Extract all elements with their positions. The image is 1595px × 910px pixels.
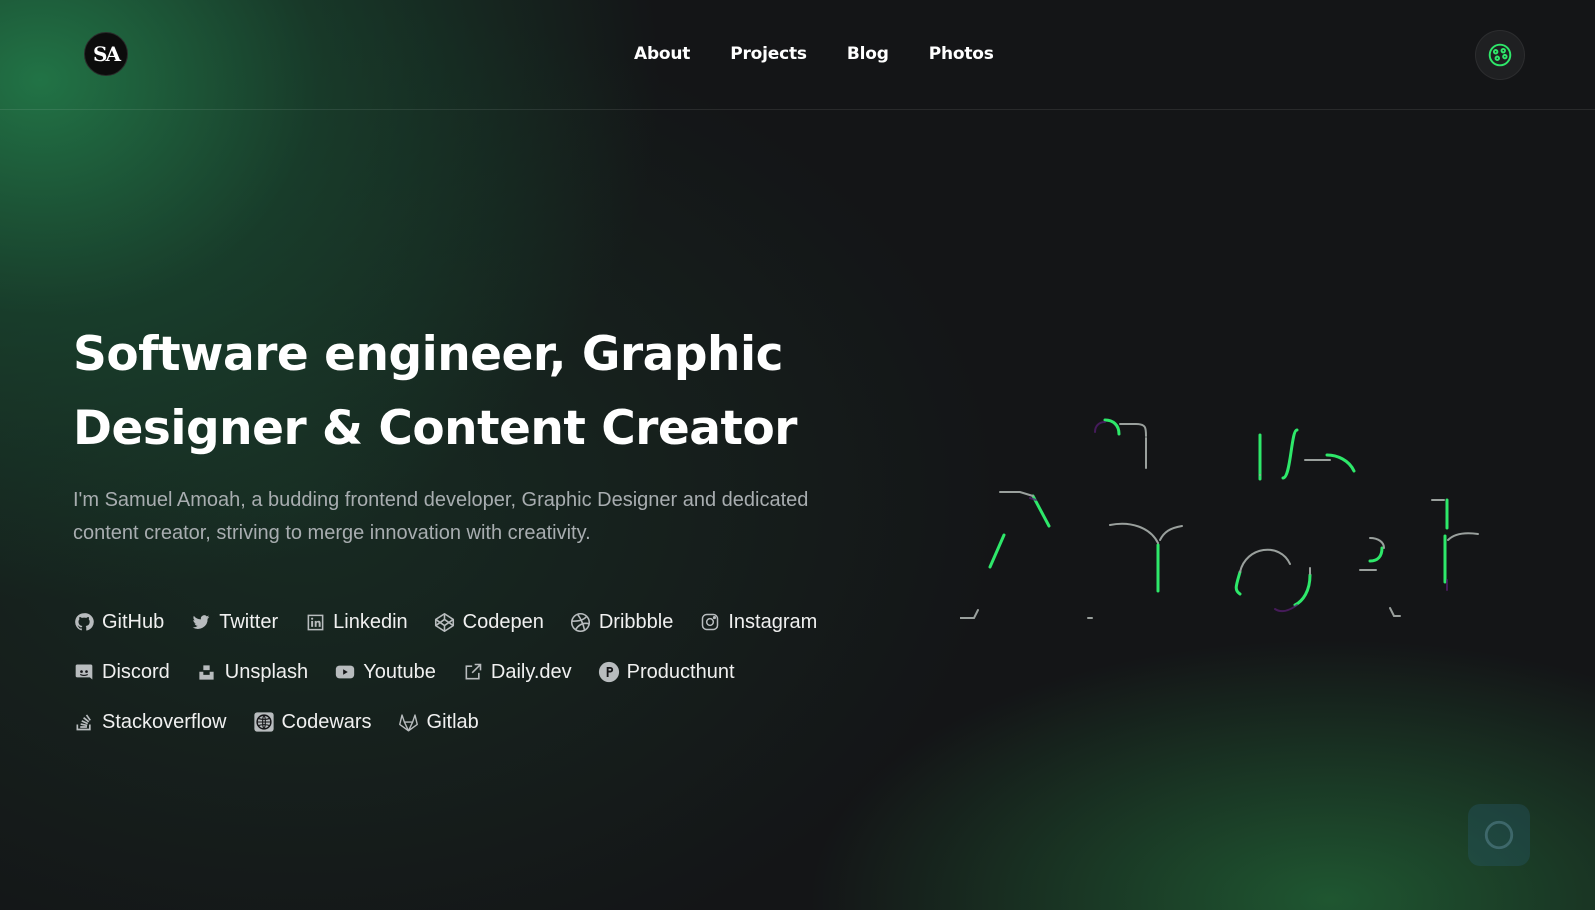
stackoverflow-link[interactable]: Stackoverflow [73,711,227,734]
instagram-icon [699,611,721,633]
producthunt-icon [598,661,620,683]
logo-text: SA [93,42,121,66]
twitter-link[interactable]: Twitter [190,611,278,634]
codewars-link[interactable]: Codewars [253,711,372,734]
chat-widget-button[interactable] [1468,804,1530,866]
site-logo[interactable]: SA [84,32,128,76]
twitter-icon [190,611,212,633]
youtube-label: Youtube [363,660,436,683]
animated-name-art [960,418,1479,619]
dailydev-link[interactable]: Daily.dev [462,661,572,684]
youtube-link[interactable]: Youtube [334,661,436,684]
github-link[interactable]: GitHub [73,611,164,634]
linkedin-link[interactable]: Linkedin [304,611,408,634]
nav-projects[interactable]: Projects [730,44,807,64]
nav-blog[interactable]: Blog [847,44,889,64]
unsplash-label: Unsplash [224,660,309,683]
social-links-row: GitHub Twitter Linkedin Codepen Dribbble [73,597,893,647]
discord-link[interactable]: Discord [73,661,170,684]
codepen-icon [434,611,456,633]
main-nav: About Projects Blog Photos [634,44,994,64]
dailydev-label: Daily.dev [490,660,572,683]
gitlab-label: Gitlab [426,710,479,733]
producthunt-link[interactable]: Producthunt [598,661,735,684]
dribbble-link[interactable]: Dribbble [570,611,673,634]
gitlab-icon [398,711,420,733]
nav-about[interactable]: About [634,44,690,64]
unsplash-icon [196,661,218,683]
codepen-link[interactable]: Codepen [434,611,544,634]
unsplash-link[interactable]: Unsplash [196,661,308,684]
youtube-icon [334,661,356,683]
dribbble-icon [570,611,592,633]
social-links: GitHub Twitter Linkedin Codepen Dribbble [73,597,893,747]
external-link-icon [462,661,484,683]
github-icon [73,611,95,633]
social-links-row: Discord Unsplash Youtube Daily.dev Produ… [73,647,893,697]
gitlab-link[interactable]: Gitlab [398,711,479,734]
chat-icon [1484,820,1514,850]
social-links-row: Stackoverflow Codewars Gitlab [73,697,893,747]
theme-palette-button[interactable] [1475,30,1525,80]
codewars-icon [253,711,275,733]
github-label: GitHub [102,610,165,633]
palette-icon [1488,43,1512,67]
discord-icon [73,661,95,683]
twitter-label: Twitter [219,610,279,633]
codepen-label: Codepen [462,610,544,633]
instagram-link[interactable]: Instagram [699,611,817,634]
stackoverflow-label: Stackoverflow [102,710,227,733]
hero-description: I'm Samuel Amoah, a budding frontend dev… [73,489,809,544]
site-header: SA About Projects Blog Photos [0,0,1595,110]
dribbble-label: Dribbble [598,610,674,633]
linkedin-label: Linkedin [333,610,408,633]
nav-photos[interactable]: Photos [929,44,994,64]
producthunt-label: Producthunt [626,660,735,683]
stackoverflow-icon [73,711,95,733]
linkedin-icon [304,611,326,633]
codewars-label: Codewars [281,710,372,733]
hero-title: Software engineer, Graphic Designer & Co… [73,327,797,456]
discord-label: Discord [102,660,170,683]
instagram-label: Instagram [728,610,818,633]
